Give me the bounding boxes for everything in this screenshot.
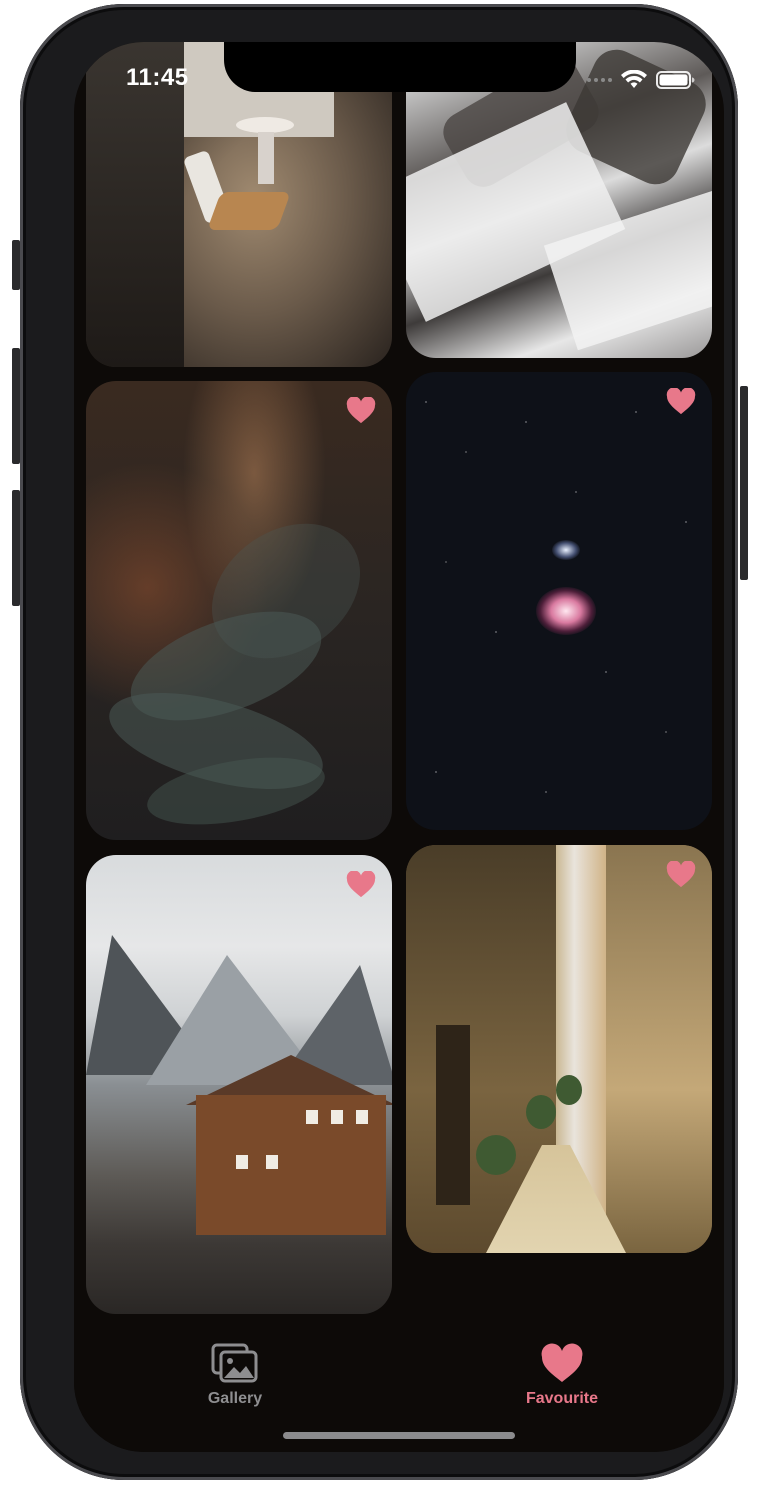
photo-detail <box>552 540 580 560</box>
photo-detail <box>356 1110 368 1124</box>
photo-detail <box>236 1155 248 1169</box>
photo-detail <box>476 1135 516 1175</box>
heart-icon <box>541 1343 583 1382</box>
volume-up-button <box>12 348 20 464</box>
photo-card-pine[interactable] <box>86 381 392 840</box>
photo-detail <box>536 587 596 635</box>
photo-card-mountain-house[interactable] <box>86 855 392 1314</box>
heart-icon[interactable] <box>346 871 376 899</box>
wifi-icon <box>620 70 648 90</box>
photo-detail <box>258 132 274 184</box>
photo-grid[interactable] <box>74 42 724 1332</box>
photo-detail <box>207 192 291 230</box>
photo-detail <box>556 1075 582 1105</box>
home-indicator[interactable] <box>283 1432 515 1439</box>
photo-detail <box>526 1095 556 1129</box>
photo-detail <box>436 1025 470 1205</box>
photo-detail <box>236 117 294 133</box>
volume-down-button <box>12 490 20 606</box>
heart-icon[interactable] <box>666 388 696 416</box>
mute-switch <box>12 240 20 290</box>
app-screen: 11:45 Gallery Favourite <box>74 42 724 1452</box>
photo-detail <box>331 1110 343 1124</box>
notch <box>224 42 576 92</box>
status-time: 11:45 <box>126 64 189 91</box>
photo-card-nebula[interactable] <box>406 372 712 830</box>
signal-dots-icon <box>587 78 612 82</box>
phone-frame: 11:45 Gallery Favourite <box>20 4 738 1480</box>
heart-icon[interactable] <box>666 861 696 889</box>
photos-icon <box>211 1343 258 1383</box>
photo-card-alley[interactable] <box>406 845 712 1253</box>
power-button <box>740 386 748 580</box>
tab-gallery[interactable]: Gallery <box>135 1332 335 1408</box>
photo-detail <box>266 1155 278 1169</box>
status-indicators <box>587 68 696 92</box>
tab-favourite-label: Favourite <box>525 1390 598 1407</box>
heart-icon[interactable] <box>346 397 376 425</box>
tab-favourite[interactable]: Favourite <box>462 1332 662 1408</box>
photo-detail <box>606 845 712 1253</box>
battery-icon <box>656 70 696 90</box>
tab-gallery-label: Gallery <box>207 1390 263 1407</box>
photo-detail <box>306 1110 318 1124</box>
